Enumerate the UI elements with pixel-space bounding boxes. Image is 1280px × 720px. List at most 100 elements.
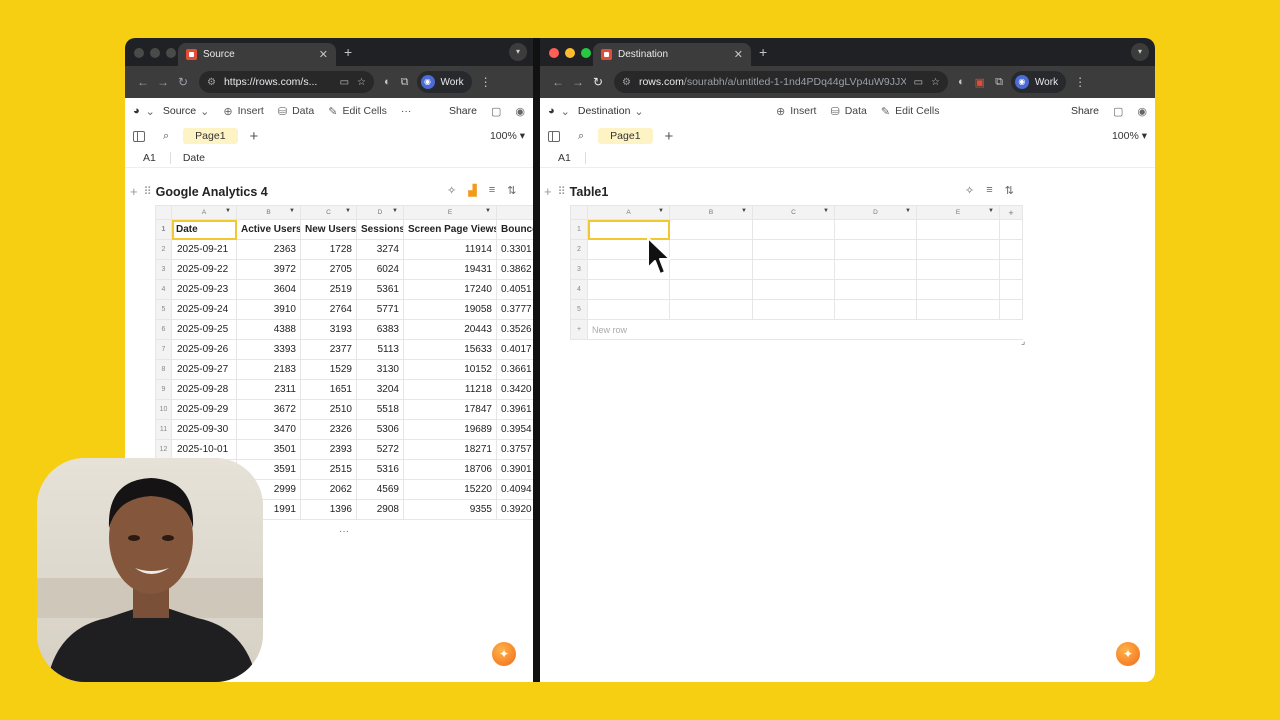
table-cell[interactable] [752, 259, 835, 280]
column-header[interactable]: C ▼ [752, 205, 835, 220]
sidebar-toggle-icon[interactable] [133, 130, 145, 142]
new-tab-icon[interactable]: + [759, 44, 767, 60]
column-header[interactable]: B ▼ [669, 205, 753, 220]
table-cell[interactable]: 6383 [356, 319, 404, 340]
sidebar-toggle-icon[interactable] [548, 130, 560, 142]
ai-sparkle-icon[interactable]: ✧ [447, 184, 456, 197]
tab-page1[interactable]: Page1 [183, 128, 238, 144]
search-icon[interactable]: ⌕ [163, 130, 169, 143]
preview-eye-icon[interactable]: ◉ [1137, 105, 1147, 118]
insert-menu[interactable]: ⊕ Insert [776, 105, 816, 118]
zoom-select[interactable]: 100% ▾ [1112, 130, 1147, 142]
table-cell[interactable]: 3193 [300, 319, 357, 340]
table-cell[interactable]: 3910 [236, 299, 301, 320]
column-header[interactable]: B ▼ [236, 205, 301, 220]
extension-icon[interactable]: ◐ [384, 76, 391, 88]
row-number[interactable]: 1 [570, 219, 588, 240]
row-number[interactable]: 8 [155, 359, 172, 380]
table-cell[interactable] [669, 259, 753, 280]
table-cell[interactable]: 4569 [356, 479, 404, 500]
puzzle-extensions-icon[interactable]: ⧉ [401, 76, 409, 89]
table-cell[interactable]: 0.4017 [496, 339, 533, 360]
bookmark-star-icon[interactable]: ☆ [931, 77, 940, 88]
new-row[interactable]: + New row [570, 319, 1023, 340]
table-cell[interactable] [834, 259, 917, 280]
table-cell[interactable] [999, 259, 1023, 280]
row-number[interactable]: 11 [155, 419, 172, 440]
row-number[interactable]: 3 [155, 259, 172, 280]
header-cell[interactable]: Active Users [236, 219, 301, 240]
caret-down-icon[interactable]: ▼ [225, 208, 231, 214]
close-tab-icon[interactable]: ✕ [319, 48, 328, 61]
table-cell[interactable]: 17240 [403, 279, 497, 300]
table-title[interactable]: Table1 [570, 185, 609, 199]
profile-button[interactable]: ◉ Work [1010, 71, 1067, 93]
browser-menu-icon[interactable]: ⋮ [480, 75, 492, 89]
tab-search-icon[interactable]: ▾ [1131, 43, 1149, 61]
table-cell[interactable]: 1651 [300, 379, 357, 400]
table-cell[interactable]: 2363 [236, 239, 301, 260]
row-number[interactable]: 2 [570, 239, 588, 260]
table-cell[interactable]: 3393 [236, 339, 301, 360]
site-info-icon[interactable]: ⚙ [622, 77, 631, 88]
ai-assistant-button[interactable]: ✦ [1116, 642, 1140, 666]
table-cell[interactable]: 10152 [403, 359, 497, 380]
column-header[interactable]: A ▼ [171, 205, 237, 220]
tab-destination[interactable]: Destination ✕ [593, 43, 751, 66]
row-number[interactable]: 5 [570, 299, 588, 320]
data-menu[interactable]: ⛁ Data [278, 105, 314, 118]
table-cell[interactable]: 3672 [236, 399, 301, 420]
zoom-select[interactable]: 100% ▾ [490, 130, 525, 142]
table-cell[interactable]: 5306 [356, 419, 404, 440]
caret-down-icon[interactable]: ▼ [485, 208, 491, 214]
table-cell[interactable]: 9355 [403, 499, 497, 520]
table-title[interactable]: Google Analytics 4 [156, 185, 268, 199]
table-cell[interactable]: 0.3961 [496, 399, 533, 420]
add-element-icon[interactable]: + [544, 184, 552, 199]
table-cell[interactable]: 1728 [300, 239, 357, 260]
share-button[interactable]: Share [449, 105, 477, 117]
row-number[interactable]: 5 [155, 299, 172, 320]
new-tab-icon[interactable]: + [344, 44, 352, 60]
caret-down-icon[interactable]: ▼ [345, 208, 351, 214]
table-cell[interactable]: 19058 [403, 299, 497, 320]
table-cell[interactable]: 1529 [300, 359, 357, 380]
rows-logo-icon[interactable]: ◕ [548, 105, 555, 117]
table-cell[interactable] [752, 279, 835, 300]
rows-extension-icon[interactable]: ▣ [975, 76, 985, 89]
ai-assistant-button[interactable]: ✦ [492, 642, 516, 666]
table-cell[interactable] [916, 299, 1000, 320]
table-cell[interactable] [669, 239, 753, 260]
back-icon[interactable]: ← [133, 75, 153, 89]
puzzle-extensions-icon[interactable]: ⧉ [995, 76, 1003, 89]
filter-icon[interactable]: ≡ [986, 184, 992, 197]
header-cell[interactable]: Bounce [496, 219, 533, 240]
comment-icon[interactable]: ▢ [491, 105, 501, 118]
table-cell[interactable]: 3470 [236, 419, 301, 440]
add-page-icon[interactable]: + [250, 128, 259, 145]
table-cell[interactable]: 2025-09-28 [171, 379, 237, 400]
table-cell[interactable]: 2025-09-27 [171, 359, 237, 380]
table-cell[interactable]: 0.3526 [496, 319, 533, 340]
table-cell[interactable]: 15633 [403, 339, 497, 360]
table-cell[interactable]: 3972 [236, 259, 301, 280]
table-cell[interactable]: 0.3301 [496, 239, 533, 260]
table-cell[interactable]: 2025-09-26 [171, 339, 237, 360]
row-number[interactable]: 4 [155, 279, 172, 300]
insert-menu[interactable]: ⊕ Insert [223, 105, 263, 118]
maximize-window-icon[interactable] [581, 48, 591, 58]
table-cell[interactable]: 2764 [300, 299, 357, 320]
header-cell[interactable]: Screen Page Views [403, 219, 497, 240]
table-cell[interactable]: 6024 [356, 259, 404, 280]
table-cell[interactable] [752, 239, 835, 260]
column-header[interactable]: D ▼ [356, 205, 404, 220]
table-cell[interactable]: 0.3901 [496, 459, 533, 480]
extension-icon[interactable]: ◐ [958, 76, 965, 88]
search-icon[interactable]: ⌕ [578, 130, 584, 143]
new-row-label[interactable]: New row [587, 319, 1023, 340]
table-cell[interactable]: 2519 [300, 279, 357, 300]
tab-page1[interactable]: Page1 [598, 128, 653, 144]
table-cell[interactable] [587, 279, 670, 300]
table-cell[interactable] [834, 279, 917, 300]
rows-logo-icon[interactable]: ◕ [133, 105, 140, 117]
